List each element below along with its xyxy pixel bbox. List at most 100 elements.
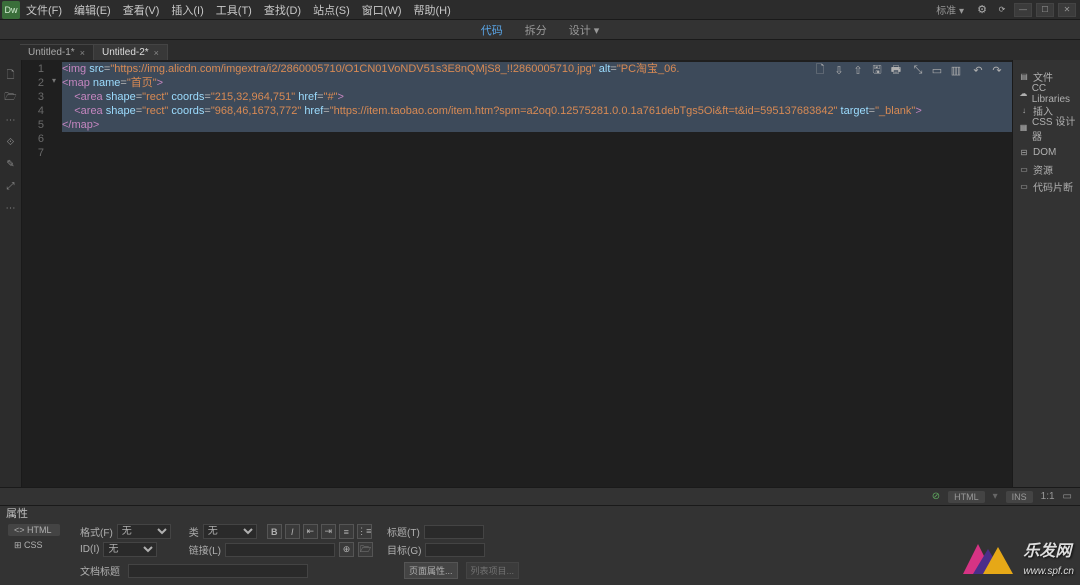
code-body[interactable]: <img src="https://img.alicdn.com/imgextr… bbox=[50, 60, 1012, 487]
menu-find[interactable]: 查找(D) bbox=[258, 0, 307, 20]
doc-title-input[interactable] bbox=[128, 564, 308, 578]
maximize-button[interactable]: ☐ bbox=[1036, 3, 1054, 17]
view-code[interactable]: 代码 bbox=[477, 20, 507, 40]
target-label: 目标(G) bbox=[387, 542, 421, 557]
ul-button[interactable]: ≡ bbox=[339, 524, 354, 539]
code-line[interactable]: <area shape="rect" coords="215,32,964,75… bbox=[62, 90, 1012, 104]
view-split[interactable]: 拆分 bbox=[521, 20, 551, 40]
menu-help[interactable]: 帮助(H) bbox=[408, 0, 457, 20]
target-input[interactable] bbox=[425, 543, 485, 557]
expand-icon[interactable]: ⤢ bbox=[3, 178, 19, 194]
close-button[interactable]: ✕ bbox=[1058, 3, 1076, 17]
panel-label: 资源 bbox=[1033, 162, 1053, 177]
italic-button[interactable]: I bbox=[285, 524, 300, 539]
files-icon: ▤ bbox=[1019, 72, 1029, 82]
fold-toggle[interactable]: ▾ bbox=[52, 76, 62, 90]
redo-icon[interactable]: ↷ bbox=[990, 63, 1004, 77]
upload-icon[interactable]: ⇧ bbox=[851, 63, 865, 77]
settings-icon[interactable]: ⚙ bbox=[974, 2, 990, 18]
snippets-icon: ▭ bbox=[1019, 182, 1029, 192]
status-ins[interactable]: INS bbox=[1006, 491, 1033, 503]
title-label: 标题(T) bbox=[387, 524, 420, 539]
panel-snippets[interactable]: ▭ 代码片断 bbox=[1013, 178, 1080, 195]
assets-icon: ▭ bbox=[1019, 165, 1029, 175]
tab-untitled1[interactable]: Untitled-1*× bbox=[20, 44, 94, 60]
preview-icon[interactable]: ▭ bbox=[930, 63, 944, 77]
code-editor[interactable]: 1 2 3 4 5 6 7 ▾ <img src="https://img.al… bbox=[22, 60, 1012, 487]
list-item-button[interactable]: 列表项目... bbox=[466, 562, 520, 579]
manage-sites-icon[interactable]: ⋯ bbox=[3, 112, 19, 128]
overflow-icon[interactable]: ▭ bbox=[1063, 491, 1072, 502]
line-gutter: 1 2 3 4 5 6 7 bbox=[22, 60, 50, 487]
css-icon: ▦ bbox=[1019, 123, 1028, 133]
open-file-icon[interactable]: 🗁 bbox=[3, 90, 19, 106]
eyedropper-icon[interactable]: ✎ bbox=[3, 156, 19, 172]
title-input[interactable] bbox=[424, 525, 484, 539]
right-panel: ▤文件 ☁CC Libraries ↓插入 ▦CSS 设计器 ⊟DOM ▭资源 … bbox=[1012, 60, 1080, 487]
format-select[interactable]: 无 bbox=[117, 524, 171, 539]
menu-site[interactable]: 站点(S) bbox=[307, 0, 356, 20]
device-icon[interactable]: ▥ bbox=[949, 63, 963, 77]
link-browse-icon[interactable]: 🗁 bbox=[358, 542, 373, 557]
code-line[interactable] bbox=[62, 146, 1012, 160]
class-select[interactable]: 无 bbox=[203, 524, 257, 539]
document-tabs: Untitled-1*× Untitled-2* × bbox=[0, 40, 1080, 60]
properties-panel: <> HTML ⊞ CSS 格式(F)无 ID(I)无 类 无 B I ⇤ ⇥ … bbox=[0, 520, 1080, 585]
panel-dom[interactable]: ⊟DOM bbox=[1013, 144, 1080, 161]
outdent-button[interactable]: ⇤ bbox=[303, 524, 318, 539]
collapse-icon[interactable]: ⤡ bbox=[911, 63, 925, 77]
id-select[interactable]: 无 bbox=[103, 542, 157, 557]
tab-label: Untitled-2* bbox=[102, 47, 149, 58]
wand-icon[interactable]: ⟐ bbox=[3, 134, 19, 150]
workspace-switcher[interactable]: 标准 ▾ bbox=[936, 2, 964, 17]
tab-untitled2[interactable]: Untitled-2* × bbox=[94, 44, 168, 60]
code-line[interactable]: <map name="首页"> bbox=[62, 76, 1012, 90]
status-html[interactable]: HTML bbox=[948, 491, 985, 503]
view-design[interactable]: 设计 ▾ bbox=[565, 20, 604, 40]
new-file-icon[interactable]: 🗋 bbox=[3, 68, 19, 84]
page-properties-button[interactable]: 页面属性... bbox=[404, 562, 458, 579]
code-line[interactable]: </map> bbox=[62, 118, 1012, 132]
bold-button[interactable]: B bbox=[267, 524, 282, 539]
view-switcher: 代码 拆分 设计 ▾ bbox=[0, 20, 1080, 40]
app-logo: Dw bbox=[2, 1, 20, 19]
close-icon[interactable]: × bbox=[154, 48, 159, 58]
save-icon[interactable]: 🖫 bbox=[870, 63, 884, 77]
format-label: 格式(F) bbox=[80, 524, 113, 539]
link-target-icon[interactable]: ⊕ bbox=[339, 542, 354, 557]
errors-icon[interactable]: ⊘ bbox=[932, 491, 940, 502]
menu-file[interactable]: 文件(F) bbox=[20, 0, 68, 20]
panel-assets[interactable]: ▭ 资源 bbox=[1013, 161, 1080, 178]
code-line[interactable]: <area shape="rect" coords="968,46,1673,7… bbox=[62, 104, 1012, 118]
panel-label: DOM bbox=[1033, 147, 1056, 158]
sync-icon[interactable]: ⟳ bbox=[994, 2, 1010, 18]
panel-label: 代码片断 bbox=[1033, 179, 1073, 194]
prop-css-tab[interactable]: ⊞ CSS bbox=[8, 539, 60, 552]
prop-html-tab[interactable]: <> HTML bbox=[8, 524, 60, 536]
properties-header[interactable]: 属性 bbox=[0, 505, 1080, 520]
print-icon[interactable]: 🖶 bbox=[889, 63, 903, 77]
code-line[interactable] bbox=[62, 132, 1012, 146]
download-icon[interactable]: ⇩ bbox=[832, 63, 846, 77]
cloud-icon: ☁ bbox=[1019, 89, 1028, 99]
ol-button[interactable]: ⋮≡ bbox=[357, 524, 372, 539]
indent-button[interactable]: ⇥ bbox=[321, 524, 336, 539]
menu-window[interactable]: 窗口(W) bbox=[356, 0, 408, 20]
menu-tools[interactable]: 工具(T) bbox=[210, 0, 258, 20]
more-icon[interactable]: ⋯ bbox=[3, 200, 19, 216]
panel-cc-libraries[interactable]: ☁CC Libraries bbox=[1013, 85, 1080, 102]
undo-icon[interactable]: ↶ bbox=[971, 63, 985, 77]
close-icon[interactable]: × bbox=[80, 48, 85, 58]
left-toolbar: 🗋 🗁 ⋯ ⟐ ✎ ⤢ ⋯ bbox=[0, 60, 22, 487]
status-bar: ⊘ HTML ▾ INS 1:1 ▭ bbox=[0, 487, 1080, 505]
minimize-button[interactable]: — bbox=[1014, 3, 1032, 17]
menu-edit[interactable]: 编辑(E) bbox=[68, 0, 117, 20]
open-doc-icon[interactable]: 🗋 bbox=[813, 63, 827, 77]
menu-view[interactable]: 查看(V) bbox=[117, 0, 166, 20]
menu-insert[interactable]: 插入(I) bbox=[165, 0, 209, 20]
panel-css-designer[interactable]: ▦CSS 设计器 bbox=[1013, 119, 1080, 136]
class-label: 类 bbox=[189, 524, 199, 539]
link-input[interactable] bbox=[225, 543, 335, 557]
fold-gutter: ▾ bbox=[52, 60, 62, 90]
insert-icon: ↓ bbox=[1019, 106, 1029, 116]
